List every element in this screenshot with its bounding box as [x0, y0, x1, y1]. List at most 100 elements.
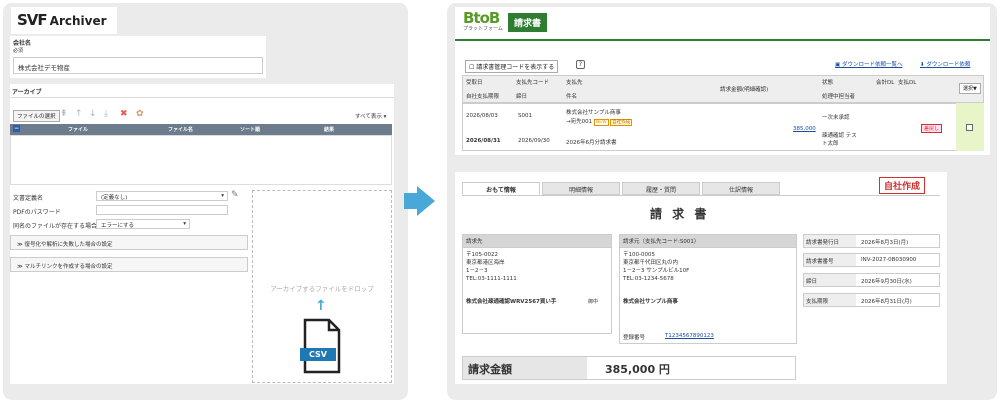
- kv-value: INV-2027-0B030900: [861, 257, 917, 263]
- show-code-button[interactable]: ☐ 請求書管理コードを表示する: [465, 60, 559, 73]
- show-all-label: すべて表示: [355, 114, 382, 120]
- kv-row: 請求書発行日 2026年8月3日(月): [803, 234, 940, 248]
- billto-line: TEL:03-1111-1111: [466, 276, 517, 282]
- upload-icon[interactable]: ⇞: [60, 110, 68, 119]
- kv-key: 支払期限: [804, 294, 856, 306]
- show-code-label: 請求書管理コードを表示する: [476, 64, 555, 71]
- rec-payee: 株式会社サンプル商事: [566, 110, 621, 116]
- file-table-header: − ファイル ファイル名 ソート順 結果: [10, 124, 392, 135]
- edit-icon[interactable]: ✎: [231, 191, 239, 200]
- chevron-down-icon: ▾: [221, 193, 224, 199]
- download-icon[interactable]: ⤓: [104, 110, 108, 119]
- logo-archiver: Archiver: [49, 14, 107, 28]
- new-badge: NEW: [593, 119, 609, 126]
- col-sort: ソート順: [240, 127, 261, 133]
- multilink-settings[interactable]: ≫ マルチリンクを作成する場合の設定: [10, 257, 248, 272]
- kv-key: 締日: [804, 274, 856, 286]
- pdf-password-label: PDFのパスワード: [13, 209, 61, 216]
- from-name: 株式会社サンプル商事: [623, 299, 678, 305]
- rec-to: →宛先001: [566, 119, 593, 125]
- delete-icon[interactable]: ✖: [120, 110, 128, 119]
- seikyu-badge: 請求書: [508, 13, 548, 32]
- tab-front[interactable]: おもて情報: [462, 182, 540, 195]
- logo-svf: SVF: [17, 11, 48, 29]
- reg-label: 登録番号: [623, 335, 646, 341]
- th-pay-dl: 支払DL: [898, 80, 917, 86]
- pdf-password-field[interactable]: [96, 205, 228, 215]
- drop-text: アーカイブするファイルをドロップ: [270, 285, 374, 293]
- kv-key: 請求書番号: [804, 254, 856, 266]
- csv-file-icon: CSV: [300, 318, 341, 374]
- th-status: 状態: [822, 80, 834, 86]
- billto-line: 東京都港区海岸: [466, 260, 505, 266]
- rec-close: 2026/09/30: [518, 138, 550, 144]
- upload-arrow-icon: ↑: [315, 298, 327, 314]
- settings-icon[interactable]: ✿: [136, 110, 144, 119]
- onchu: 御中: [588, 299, 599, 305]
- rec-to-line: →宛先001 NEW 自社作成: [566, 117, 633, 126]
- from-section: 請求元（支払先コード:S001） 〒100-0005 東京都千代田区丸の内 1－…: [619, 234, 797, 344]
- help-icon[interactable]: ?: [576, 60, 585, 69]
- same-name-value: エラーにする: [101, 223, 135, 229]
- same-name-select[interactable]: エラーにする ▾: [96, 219, 190, 229]
- from-address: 〒100-0005 東京都千代田区丸の内 1－2－3 サンプルビル10F TEL…: [620, 248, 796, 286]
- company-card: 会社名 必須 株式会社デモ物産: [10, 36, 266, 78]
- billto-name: 株式会社疎通確認WRV2567買い手: [466, 299, 557, 305]
- doc-def-label: 文書定義名: [13, 195, 44, 202]
- total-box: 請求金額 385,000 円: [462, 356, 796, 380]
- divider: [10, 97, 394, 98]
- from-line: 東京都千代田区丸の内: [623, 260, 679, 266]
- arrow-down-icon[interactable]: ↓: [89, 110, 97, 119]
- download-list-label: ダウンロード依頼一覧へ: [841, 62, 903, 68]
- kv-row: 支払期限 2026年8月31日(月): [803, 293, 940, 307]
- download-list-link[interactable]: ▣ ダウンロード依頼一覧へ: [835, 60, 902, 68]
- download-request-label: ダウンロード依頼: [926, 62, 971, 68]
- col-result: 結果: [324, 127, 335, 133]
- kv-row: 請求書番号 INV-2027-0B030900: [803, 253, 940, 267]
- th-received: 受取日: [466, 80, 483, 86]
- reg-number[interactable]: T1234567890123: [665, 333, 714, 339]
- amount-link[interactable]: 385,000: [793, 126, 816, 132]
- kv-value: 2026年9月30日(水): [861, 279, 912, 285]
- show-all-select[interactable]: すべて表示 ▾: [355, 112, 386, 120]
- rec-received: 2026/08/03: [466, 113, 498, 119]
- col-filename: ファイル名: [168, 127, 194, 133]
- company-field[interactable]: 株式会社デモ物産: [13, 57, 263, 74]
- archive-label: アーカイブ: [12, 89, 42, 96]
- flow-arrow: [404, 186, 435, 216]
- download-request-link[interactable]: ⬇ ダウンロード依頼: [920, 60, 970, 68]
- tab-history[interactable]: 履歴・質問: [622, 182, 700, 195]
- csv-label: CSV: [300, 348, 336, 361]
- multilink-label: マルチリンクを作成する場合の設定: [24, 264, 113, 270]
- arrow-up-icon[interactable]: ↑: [75, 110, 83, 119]
- file-select-button[interactable]: ファイルの選択: [13, 110, 60, 122]
- select-dropdown[interactable]: 選択▼: [959, 83, 981, 94]
- th-code: 支払先コード: [516, 80, 550, 86]
- rec-due: 2026/08/31: [466, 138, 501, 144]
- header-rule: [455, 39, 990, 41]
- required-label: 必須: [13, 48, 24, 54]
- select-all-checkbox[interactable]: −: [13, 125, 20, 132]
- svf-archiver-logo: SVF Archiver: [11, 7, 117, 34]
- rec-subject: 2026年6月分請求書: [566, 140, 617, 146]
- decrypt-fail-settings[interactable]: ≫ 復号化や解析に失敗した場合の設定: [10, 235, 248, 250]
- billto-section: 請求先 〒105-0022 東京都港区海岸 1－2－3 TEL:03-1111-…: [462, 234, 612, 334]
- th-due: 自社支払期限: [466, 94, 500, 100]
- th-acc-dl: 会計DL: [876, 80, 895, 86]
- billto-heading: 請求先: [463, 235, 611, 248]
- document-title: 請 求 書: [650, 207, 710, 221]
- row-checkbox[interactable]: [966, 124, 973, 131]
- chevron-down-icon: ▾: [183, 221, 186, 227]
- doc-def-select[interactable]: (定義なし) ▾: [96, 191, 228, 201]
- rec-status: 一次未承認: [822, 115, 850, 121]
- from-line: 1－2－3 サンプルビル10F: [623, 268, 690, 274]
- btob-sub: プラットフォーム: [463, 26, 503, 32]
- kv-value: 2026年8月3日(月): [861, 240, 909, 246]
- from-line: TEL:03-1234-5678: [623, 276, 674, 282]
- kv-key: 請求書発行日: [804, 235, 856, 247]
- decrypt-fail-label: 復号化や解析に失敗した場合の設定: [24, 242, 113, 248]
- same-name-label: 同名のファイルが存在する場合: [13, 223, 98, 230]
- own-badge: 自社作成: [610, 119, 633, 126]
- tab-journal[interactable]: 仕訳情報: [702, 182, 780, 195]
- tab-detail[interactable]: 明細情報: [542, 182, 620, 195]
